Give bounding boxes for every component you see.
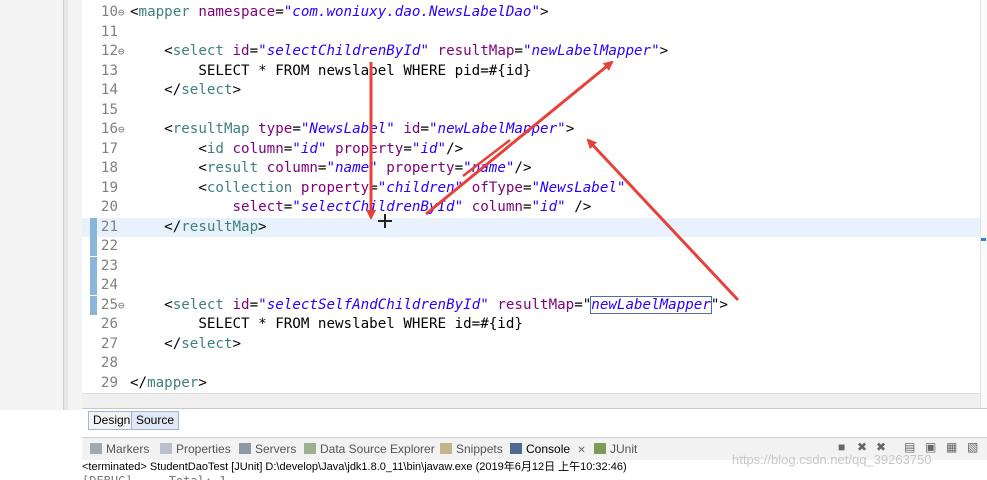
display-console-icon[interactable]: ▦ <box>946 441 958 453</box>
line-number: 26 <box>100 316 118 332</box>
tab-console-label: Console <box>526 442 571 456</box>
database-icon <box>304 443 316 454</box>
tab-markers[interactable]: Markers <box>90 441 149 457</box>
line-number: 28 <box>100 355 118 371</box>
code-text: <resultMap type="NewsLabel" id="newLabel… <box>130 121 575 137</box>
overview-ruler-marker[interactable] <box>981 238 986 241</box>
line-number: 17 <box>100 140 118 157</box>
code-line-26[interactable]: 26 SELECT * FROM newslabel WHERE id=#{id… <box>82 315 980 334</box>
code-line-27[interactable]: 27 </select> <box>82 335 980 354</box>
xml-source-editor[interactable]: 10 ⊖ <mapper namespace="com.woniuxy.dao.Ne… <box>82 0 980 408</box>
line-number: 16 <box>100 121 118 137</box>
code-line-15[interactable]: 15 <box>82 101 980 120</box>
close-icon[interactable]: ✕ <box>577 445 585 456</box>
tab-console[interactable]: Console ✕ <box>510 441 586 457</box>
code-line-12[interactable]: 12 ⊖ <select id="selectChildrenById" resu… <box>82 42 980 61</box>
code-line-28[interactable]: 28 <box>82 354 980 373</box>
console-icon <box>510 443 522 454</box>
code-text: <select id="selectChildrenById" resultMa… <box>130 43 669 59</box>
line-number: 10 <box>100 4 118 20</box>
code-text: </select> <box>130 335 242 352</box>
code-line-19[interactable]: 19 <collection property="children" ofTyp… <box>82 179 980 198</box>
code-line-23[interactable]: 23 <box>82 256 980 276</box>
code-text: <mapper namespace="com.woniuxy.dao.NewsL… <box>130 4 549 20</box>
line-number: 14 <box>100 82 118 98</box>
code-line-21[interactable]: 21 </resultMap> <box>82 217 980 237</box>
tab-snippets[interactable]: Snippets <box>440 441 503 457</box>
fold-toggle-icon[interactable]: ⊖ <box>118 296 128 315</box>
code-line-18[interactable]: 18 <result column="name" property="name"… <box>82 159 980 178</box>
tab-data-source-explorer[interactable]: Data Source Explorer <box>304 441 435 457</box>
code-line-24[interactable]: 24 <box>82 276 980 295</box>
tab-properties[interactable]: Properties <box>160 441 231 457</box>
fold-toggle-icon[interactable]: ⊖ <box>118 3 128 22</box>
horizontal-scrollbar[interactable] <box>82 393 980 408</box>
line-number: 21 <box>100 218 118 235</box>
code-text: select="selectChildrenById" column="id" … <box>232 199 592 215</box>
editor-mode-tabs: Design Source <box>82 408 987 430</box>
line-number: 13 <box>100 62 118 79</box>
line-number: 24 <box>100 277 118 293</box>
line-number: 18 <box>100 160 118 176</box>
code-text: SELECT * FROM newslabel WHERE id=#{id} <box>130 316 523 332</box>
left-panel-margin <box>0 0 82 410</box>
eclipse-xml-editor-window: 10 ⊖ <mapper namespace="com.woniuxy.dao.Ne… <box>0 0 987 480</box>
line-number: 23 <box>100 257 118 274</box>
code-text: </resultMap> <box>130 218 267 235</box>
code-text: <id column="id" property="id"/> <box>130 140 464 157</box>
servers-icon <box>239 443 251 454</box>
tab-design[interactable]: Design <box>88 411 136 430</box>
junit-icon <box>594 443 606 454</box>
tab-junit-label: JUnit <box>610 442 638 456</box>
tab-markers-label: Markers <box>106 442 150 456</box>
code-line-25[interactable]: 25 ⊖ <select id="selectSelfAndChildrenByI… <box>82 295 980 315</box>
line-number: 15 <box>100 101 118 118</box>
line-number: 12 <box>100 43 118 59</box>
code-line-13[interactable]: 13 SELECT * FROM newslabel WHERE pid=#{i… <box>82 62 980 81</box>
tab-properties-label: Properties <box>176 442 231 456</box>
watermark: https://blog.csdn.net/qq_39263750 <box>732 452 932 467</box>
code-text: </select> <box>130 82 242 98</box>
code-line-14[interactable]: 14 </select> <box>82 81 980 100</box>
open-console-icon[interactable]: ▧ <box>967 441 979 453</box>
tab-snippets-label: Snippets <box>456 442 503 456</box>
code-line-16[interactable]: 16 ⊖ <resultMap type="NewsLabel" id="newL… <box>82 120 980 139</box>
code-line-10[interactable]: 10 ⊖ <mapper namespace="com.woniuxy.dao.Ne… <box>82 3 980 22</box>
panel-sash[interactable] <box>63 0 68 410</box>
tab-source[interactable]: Source <box>131 411 180 430</box>
fold-toggle-icon[interactable]: ⊖ <box>118 120 128 139</box>
fold-toggle-icon[interactable]: ⊖ <box>118 42 128 61</box>
code-text: </mapper> <box>130 374 207 391</box>
code-text: SELECT * FROM newslabel WHERE pid=#{id} <box>130 62 532 79</box>
line-number: 25 <box>100 296 118 313</box>
code-line-11[interactable]: 11 <box>82 23 980 42</box>
snippets-icon <box>440 443 452 454</box>
line-number: 20 <box>100 199 118 215</box>
code-text: <select id="selectSelfAndChildrenById" r… <box>130 295 728 314</box>
code-line-22[interactable]: 22 <box>82 237 980 256</box>
code-text: <result column="name" property="name"/> <box>130 160 532 176</box>
code-line-17[interactable]: 17 <id column="id" property="id"/> <box>82 140 980 159</box>
line-number: 27 <box>100 335 118 352</box>
properties-icon <box>160 443 172 454</box>
code-line-20[interactable]: 20 select="selectChildrenById" column="i… <box>82 198 980 217</box>
line-number: 29 <box>100 374 118 391</box>
tab-data-source-explorer-label: Data Source Explorer <box>320 442 435 456</box>
line-number: 19 <box>100 179 118 196</box>
tab-servers-label: Servers <box>255 442 297 456</box>
line-number: 11 <box>100 23 118 40</box>
line-number: 22 <box>100 238 118 254</box>
vertical-scrollbar[interactable] <box>980 0 987 408</box>
tab-servers[interactable]: Servers <box>239 441 296 457</box>
console-output-line: [DEBUG] ... Total: 1 <box>82 474 987 480</box>
code-text: <collection property="children" ofType="… <box>130 179 626 196</box>
tab-junit[interactable]: JUnit <box>594 441 637 457</box>
code-line-29[interactable]: 29 </mapper> <box>82 374 980 393</box>
markers-icon <box>90 443 102 454</box>
